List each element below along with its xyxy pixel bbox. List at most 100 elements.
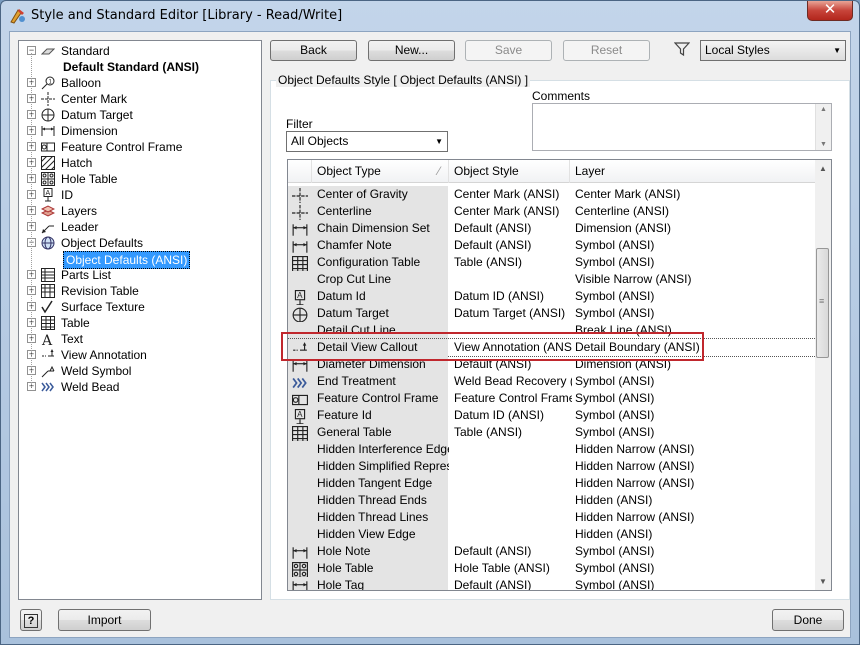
object-filter-select[interactable]: All Objects ▼: [286, 131, 448, 152]
table-row[interactable]: A Datum Id Datum ID (ANSI) Symbol (ANSI): [288, 288, 816, 306]
new-button[interactable]: New...: [368, 40, 455, 61]
cell-layer[interactable]: Symbol (ANSI): [575, 254, 813, 271]
cell-object-style[interactable]: View Annotation (ANSI): [454, 339, 572, 356]
table-row[interactable]: Detail View Callout View Annotation (ANSI…: [288, 338, 817, 357]
tree-item[interactable]: + Surface Texture: [19, 299, 261, 315]
comments-scrollbar[interactable]: ▲ ▼: [815, 104, 831, 150]
cell-object-style[interactable]: Datum ID (ANSI): [454, 288, 572, 305]
cell-layer[interactable]: Symbol (ANSI): [575, 305, 813, 322]
tree-item[interactable]: + A ID: [19, 187, 261, 203]
table-row[interactable]: Hidden Thread Lines Hidden Narrow (ANSI): [288, 509, 816, 526]
cell-layer[interactable]: Symbol (ANSI): [575, 543, 813, 560]
cell-object-style[interactable]: [454, 271, 572, 288]
tree-item[interactable]: + Layers: [19, 203, 261, 219]
cell-object-style[interactable]: [454, 458, 572, 475]
title-bar[interactable]: Style and Standard Editor [Library - Rea…: [1, 1, 859, 31]
cell-object-style[interactable]: Center Mark (ANSI): [454, 203, 572, 220]
cell-layer[interactable]: Symbol (ANSI): [575, 560, 813, 577]
scroll-down-icon[interactable]: ▼: [819, 577, 827, 586]
object-defaults-grid[interactable]: Object Type ⁄ Object Style Layer Center …: [287, 159, 832, 591]
cell-object-style[interactable]: Default (ANSI): [454, 356, 572, 373]
tree-item[interactable]: − Object Defaults: [19, 235, 261, 251]
table-row[interactable]: Centerline Center Mark (ANSI) Centerline (…: [288, 203, 816, 221]
cell-object-style[interactable]: Default (ANSI): [454, 543, 572, 560]
cell-layer[interactable]: Detail Boundary (ANSI): [575, 339, 813, 356]
cell-object-style[interactable]: Default (ANSI): [454, 220, 572, 237]
styles-filter-select[interactable]: Local Styles ▼: [700, 40, 846, 61]
cell-layer[interactable]: Hidden Narrow (ANSI): [575, 509, 813, 526]
table-row[interactable]: Center of Gravity Center Mark (ANSI) Cente…: [288, 186, 816, 204]
tree-item[interactable]: + Revision Table: [19, 283, 261, 299]
cell-layer[interactable]: Hidden Narrow (ANSI): [575, 475, 813, 492]
tree-item[interactable]: +1 Balloon: [19, 75, 261, 91]
tree-item[interactable]: + Feature Control Frame: [19, 139, 261, 155]
tree-item[interactable]: + Leader: [19, 219, 261, 235]
cell-object-style[interactable]: [454, 475, 572, 492]
tree-item[interactable]: + Table: [19, 315, 261, 331]
tree-item[interactable]: + Weld Symbol: [19, 363, 261, 379]
cell-object-style[interactable]: [454, 492, 572, 509]
table-row[interactable]: Feature Control Frame Feature Control Fra…: [288, 390, 816, 407]
tree-item[interactable]: + A Text: [19, 331, 261, 349]
grid-scrollbar[interactable]: ▲ ≡ ▼: [815, 160, 831, 590]
cell-layer[interactable]: Symbol (ANSI): [575, 577, 813, 590]
table-row[interactable]: Detail Cut Line Break Line (ANSI): [288, 322, 816, 339]
comments-textarea[interactable]: ▲ ▼: [532, 103, 832, 151]
help-button[interactable]: ?: [20, 609, 42, 631]
cell-object-style[interactable]: Weld Bead Recovery (AN: [454, 373, 572, 390]
column-object-type[interactable]: Object Type ⁄: [312, 160, 449, 183]
table-row[interactable]: Hidden Interference Edge Hidden Narrow (A…: [288, 441, 816, 458]
cell-layer[interactable]: Symbol (ANSI): [575, 288, 813, 305]
table-row[interactable]: Datum Target Datum Target (ANSI) Symbol (A…: [288, 305, 816, 323]
reset-button[interactable]: Reset: [563, 40, 650, 61]
table-row[interactable]: Crop Cut Line Visible Narrow (ANSI): [288, 271, 816, 288]
tree-item[interactable]: + Center Mark: [19, 91, 261, 107]
tree-item[interactable]: − Standard: [19, 43, 261, 59]
cell-object-style[interactable]: [454, 509, 572, 526]
cell-layer[interactable]: Hidden (ANSI): [575, 526, 813, 543]
table-row[interactable]: Hole Tag Default (ANSI) Symbol (ANSI): [288, 577, 816, 590]
table-row[interactable]: Hidden View Edge Hidden (ANSI): [288, 526, 816, 543]
table-row[interactable]: Configuration Table Table (ANSI) Symbol (A…: [288, 254, 816, 272]
table-row[interactable]: Hidden Simplified Represent Hidden Narrow…: [288, 458, 816, 475]
tree-item[interactable]: + Parts List: [19, 267, 261, 283]
cell-object-style[interactable]: Center Mark (ANSI): [454, 186, 572, 203]
cell-object-style[interactable]: Table (ANSI): [454, 424, 572, 441]
scroll-thumb[interactable]: ≡: [816, 248, 829, 358]
table-row[interactable]: Hole Note Default (ANSI) Symbol (ANSI): [288, 543, 816, 560]
table-row[interactable]: Hole Table Hole Table (ANSI) Symbol (ANSI): [288, 560, 816, 578]
column-layer[interactable]: Layer: [570, 160, 816, 183]
tree-item[interactable]: + Datum Target: [19, 107, 261, 123]
close-button[interactable]: ✕: [807, 1, 853, 21]
cell-layer[interactable]: Symbol (ANSI): [575, 407, 813, 424]
cell-object-style[interactable]: Default (ANSI): [454, 577, 572, 590]
tree-item[interactable]: + Hole Table: [19, 171, 261, 187]
tree-item[interactable]: + Hatch: [19, 155, 261, 171]
table-row[interactable]: General Table Table (ANSI) Symbol (ANSI): [288, 424, 816, 442]
filter-icon[interactable]: [674, 41, 690, 57]
save-button[interactable]: Save: [465, 40, 552, 61]
scroll-up-icon[interactable]: ▲: [819, 164, 827, 173]
table-row[interactable]: Chain Dimension Set Default (ANSI) Dimensi…: [288, 220, 816, 237]
cell-layer[interactable]: Centerline (ANSI): [575, 203, 813, 220]
done-button[interactable]: Done: [772, 609, 844, 631]
cell-layer[interactable]: Symbol (ANSI): [575, 373, 813, 390]
cell-object-style[interactable]: Table (ANSI): [454, 254, 572, 271]
tree-item[interactable]: + Dimension: [19, 123, 261, 139]
style-tree[interactable]: − Standard Default Standard (ANSI) +1 Balloo…: [18, 40, 262, 600]
cell-layer[interactable]: Hidden Narrow (ANSI): [575, 441, 813, 458]
cell-layer[interactable]: Visible Narrow (ANSI): [575, 271, 813, 288]
table-row[interactable]: Hidden Thread Ends Hidden (ANSI): [288, 492, 816, 509]
scroll-up-icon[interactable]: ▲: [820, 106, 827, 113]
cell-object-style[interactable]: Datum ID (ANSI): [454, 407, 572, 424]
cell-object-style[interactable]: Datum Target (ANSI): [454, 305, 572, 322]
cell-layer[interactable]: Dimension (ANSI): [575, 220, 813, 237]
tree-item[interactable]: Default Standard (ANSI): [19, 59, 261, 75]
cell-object-style[interactable]: Default (ANSI): [454, 237, 572, 254]
cell-layer[interactable]: Center Mark (ANSI): [575, 186, 813, 203]
column-object-style[interactable]: Object Style: [449, 160, 570, 183]
table-row[interactable]: Hidden Tangent Edge Hidden Narrow (ANSI): [288, 475, 816, 492]
cell-layer[interactable]: Hidden Narrow (ANSI): [575, 458, 813, 475]
cell-layer[interactable]: Dimension (ANSI): [575, 356, 813, 373]
tree-item[interactable]: + View Annotation: [19, 347, 261, 363]
